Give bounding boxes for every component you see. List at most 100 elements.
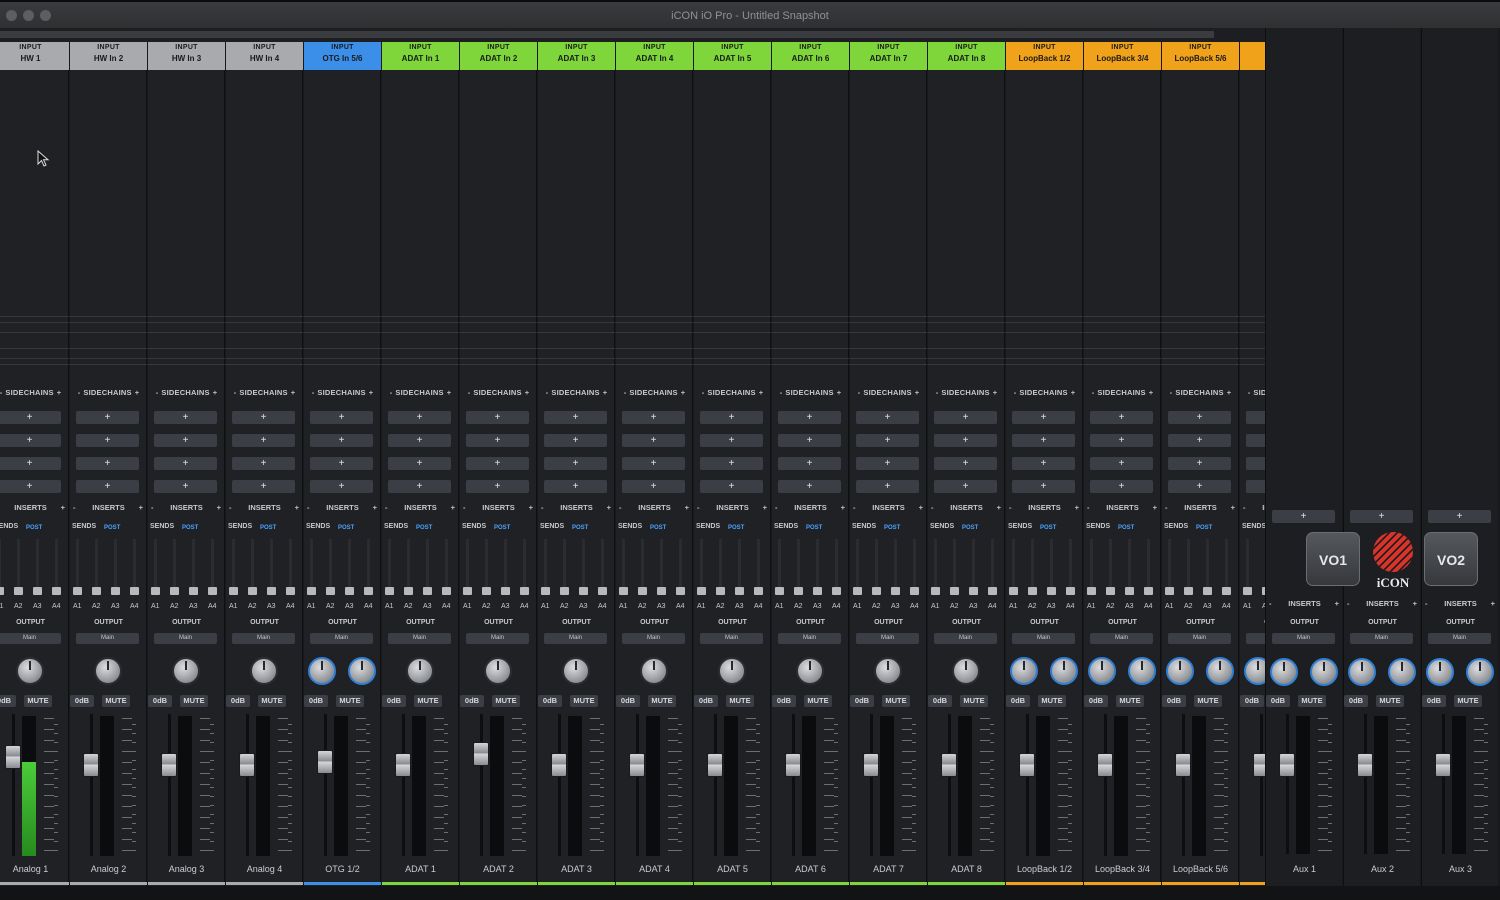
sidechains-row[interactable]: -SIDECHAINS+	[850, 388, 927, 400]
send-fader-handle[interactable]	[1144, 587, 1153, 595]
sidechains-minus[interactable]: -	[0, 388, 2, 397]
send-fader-handle[interactable]	[988, 587, 997, 595]
mute-button[interactable]: MUTE	[882, 695, 910, 707]
post-toggle[interactable]: POST	[962, 525, 978, 531]
pan-knob[interactable]	[172, 657, 200, 685]
add-insert-button[interactable]: +	[1246, 480, 1265, 493]
send-fader-handle[interactable]	[910, 587, 919, 595]
output-select[interactable]: Main	[1272, 633, 1335, 644]
sidechains-plus[interactable]: +	[759, 388, 764, 397]
channel-header[interactable]: INPUT ADAT In 8	[928, 42, 1005, 70]
sidechains-plus[interactable]: +	[915, 388, 920, 397]
send-fader-handle[interactable]	[872, 587, 881, 595]
pan-knob-left[interactable]	[1010, 657, 1038, 685]
pan-knob[interactable]	[406, 657, 434, 685]
zero-db-button[interactable]: 0dB	[226, 695, 250, 707]
sidechains-row[interactable]: -SIDECHAINS+	[460, 388, 537, 400]
sidechains-plus[interactable]: +	[993, 388, 998, 397]
send-fader-handle[interactable]	[307, 587, 316, 595]
sidechains-row[interactable]: -SIDECHAINS+	[538, 388, 615, 400]
send-fader-handle[interactable]	[560, 587, 569, 595]
sidechains-row[interactable]: -SIDECHAINS+	[1084, 388, 1161, 400]
add-insert-button[interactable]: +	[76, 480, 139, 493]
zero-db-button[interactable]: 0dB	[850, 695, 874, 707]
zero-db-button[interactable]: 0dB	[1266, 695, 1290, 707]
mute-button[interactable]: MUTE	[24, 695, 52, 707]
output-select[interactable]: Main	[388, 633, 451, 644]
output-select[interactable]: Main	[154, 633, 217, 644]
send-fader-handle[interactable]	[1184, 587, 1193, 595]
send-fader-handle[interactable]	[638, 587, 647, 595]
sidechains-minus[interactable]: -	[936, 388, 939, 397]
send-fader-handle[interactable]	[969, 587, 978, 595]
add-insert-button[interactable]: +	[1012, 411, 1075, 424]
pan-knob[interactable]	[874, 657, 902, 685]
pan-knob-left[interactable]	[1166, 657, 1194, 685]
add-insert-button[interactable]: +	[232, 480, 295, 493]
sidechains-plus[interactable]: +	[603, 388, 608, 397]
channel-header[interactable]: INPUT ADAT In 1	[382, 42, 459, 70]
mute-button[interactable]: MUTE	[414, 695, 442, 707]
send-fader-handle[interactable]	[775, 587, 784, 595]
send-fader-handle[interactable]	[832, 587, 841, 595]
mute-button[interactable]: MUTE	[726, 695, 754, 707]
fader-handle[interactable]	[785, 753, 801, 777]
send-fader-handle[interactable]	[1125, 587, 1134, 595]
pan-knob-right[interactable]	[348, 657, 376, 685]
add-insert-button[interactable]: +	[76, 411, 139, 424]
fader-handle[interactable]	[1435, 753, 1451, 777]
add-insert-button[interactable]: +	[622, 434, 685, 447]
zero-db-button[interactable]: 0dB	[304, 695, 328, 707]
output-select[interactable]: Main	[1012, 633, 1075, 644]
post-toggle[interactable]: POST	[104, 525, 120, 531]
sidechains-minus[interactable]: -	[546, 388, 549, 397]
send-fader-handle[interactable]	[442, 587, 451, 595]
sidechains-row[interactable]: -SIDECHAINS+	[1006, 388, 1083, 400]
inserts-add-button[interactable]: +	[217, 503, 221, 512]
inserts-add-button[interactable]: +	[1153, 503, 1157, 512]
sidechains-minus[interactable]: -	[468, 388, 471, 397]
send-fader-handle[interactable]	[463, 587, 472, 595]
add-insert-button[interactable]: +	[700, 411, 763, 424]
send-fader-handle[interactable]	[364, 587, 373, 595]
fader-handle[interactable]	[395, 753, 411, 777]
add-insert-button[interactable]: +	[1012, 457, 1075, 470]
send-fader-handle[interactable]	[326, 587, 335, 595]
add-insert-button[interactable]: +	[1246, 434, 1265, 447]
sidechains-minus[interactable]: -	[234, 388, 237, 397]
sidechains-minus[interactable]: -	[78, 388, 81, 397]
output-select[interactable]: Main	[934, 633, 997, 644]
send-fader-handle[interactable]	[853, 587, 862, 595]
send-fader-handle[interactable]	[1009, 587, 1018, 595]
send-fader-handle[interactable]	[170, 587, 179, 595]
add-insert-button[interactable]: +	[934, 411, 997, 424]
send-fader-handle[interactable]	[267, 587, 276, 595]
sidechains-minus[interactable]: -	[1092, 388, 1095, 397]
mute-button[interactable]: MUTE	[1454, 695, 1482, 707]
output-select[interactable]: Main	[778, 633, 841, 644]
inserts-add-button[interactable]: +	[997, 503, 1001, 512]
sidechains-row[interactable]: -SIDECHAINS+	[304, 388, 381, 400]
fader-handle[interactable]	[551, 753, 567, 777]
sidechains-row[interactable]: -SIDECHAINS+	[148, 388, 225, 400]
sidechains-minus[interactable]: -	[858, 388, 861, 397]
send-fader-handle[interactable]	[111, 587, 120, 595]
zero-db-button[interactable]: 0dB	[460, 695, 484, 707]
pan-knob[interactable]	[718, 657, 746, 685]
post-toggle[interactable]: POST	[1196, 525, 1212, 531]
add-insert-button[interactable]: +	[466, 411, 529, 424]
add-insert-button[interactable]: +	[388, 434, 451, 447]
send-fader-handle[interactable]	[385, 587, 394, 595]
add-insert-button[interactable]: +	[778, 480, 841, 493]
inserts-add-button[interactable]: +	[451, 503, 455, 512]
fader-handle[interactable]	[863, 753, 879, 777]
channel-header[interactable]: INPUT ADAT In 2	[460, 42, 537, 70]
mute-button[interactable]: MUTE	[960, 695, 988, 707]
send-fader-handle[interactable]	[151, 587, 160, 595]
fader-handle[interactable]	[473, 742, 489, 766]
post-toggle[interactable]: POST	[260, 525, 276, 531]
add-insert-button[interactable]: +	[1090, 411, 1153, 424]
pan-knob-left[interactable]	[1348, 658, 1376, 686]
add-insert-button[interactable]: +	[154, 480, 217, 493]
add-insert-button[interactable]: +	[856, 434, 919, 447]
